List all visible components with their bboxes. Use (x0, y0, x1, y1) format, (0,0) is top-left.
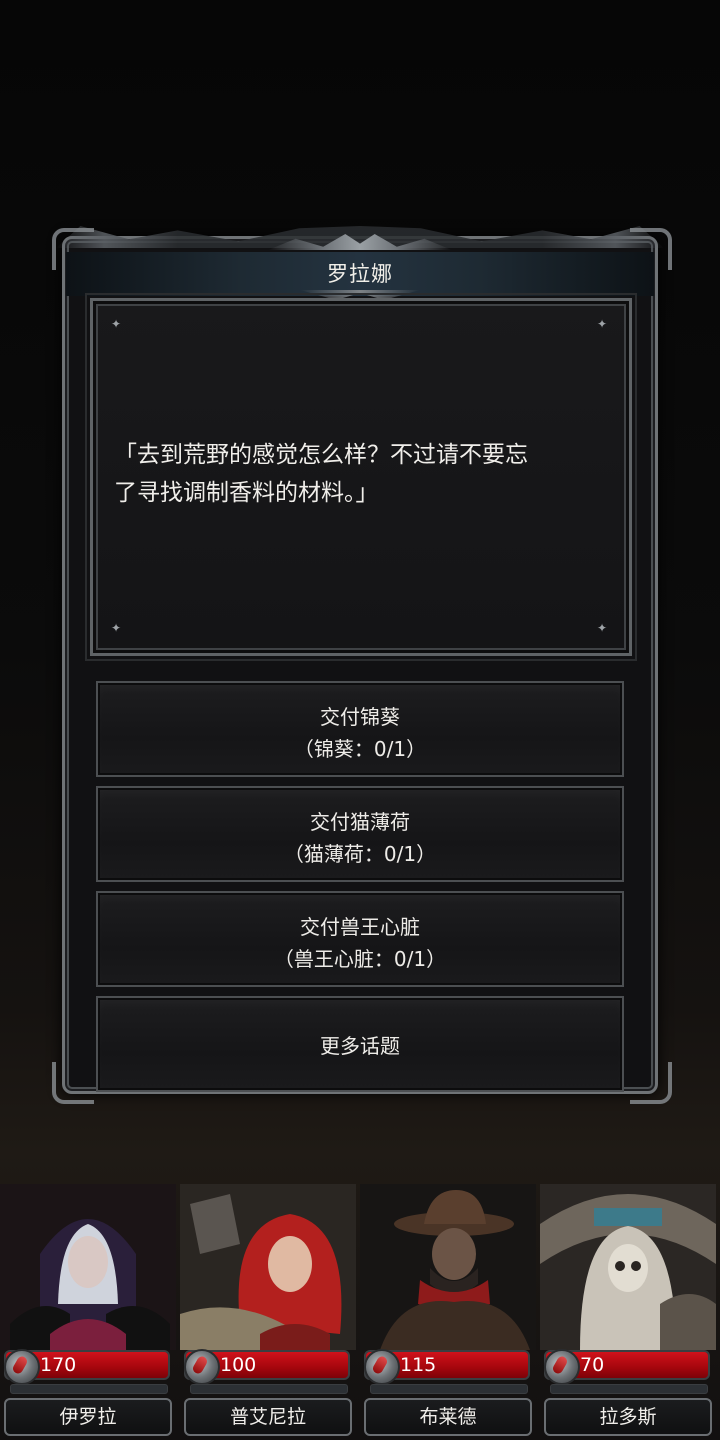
party-member-card[interactable]: 100 普艾尼拉 (180, 1180, 356, 1440)
health-potion-icon (364, 1349, 400, 1385)
mana-bar (550, 1384, 708, 1394)
portrait-hooded-woman (0, 1184, 176, 1350)
party-bar: 170 伊罗拉 100 普艾尼拉 115 布莱德 70 拉多斯 (0, 1180, 720, 1440)
speech-text: 「去到荒野的感觉怎么样？不过请不要忘 了寻找调制香料的材料。」 (114, 436, 614, 512)
hp-value: 70 (580, 1354, 605, 1376)
member-name: 布莱德 (364, 1398, 532, 1436)
option-detail: （锦葵：0/1） (293, 737, 427, 761)
hp-bar: 100 (184, 1349, 350, 1385)
option-title: 交付猫薄荷 (310, 810, 410, 834)
hp-value: 115 (400, 1354, 437, 1376)
option-title: 更多话题 (320, 1034, 400, 1058)
hp-bar: 115 (364, 1349, 530, 1385)
health-potion-icon (544, 1349, 580, 1385)
option-detail: （猫薄荷：0/1） (283, 842, 437, 866)
hp-bar: 170 (4, 1349, 170, 1385)
sparkle-icon: ✦ (110, 621, 122, 635)
option-deliver-beast-heart-button[interactable]: 交付兽王心脏 （兽王心脏：0/1） (96, 891, 624, 987)
speech-line: 「去到荒野的感觉怎么样？不过请不要忘 (114, 442, 528, 468)
member-name: 拉多斯 (544, 1398, 712, 1436)
portrait-red-haired-warrior (180, 1184, 356, 1350)
member-name: 普艾尼拉 (184, 1398, 352, 1436)
portrait-gunslinger (360, 1184, 536, 1350)
hp-value: 100 (220, 1354, 257, 1376)
option-title: 交付兽王心脏 (300, 915, 420, 939)
sparkle-icon: ✦ (110, 317, 122, 331)
speech-line: 了寻找调制香料的材料。」 (114, 480, 379, 506)
health-potion-icon (4, 1349, 40, 1385)
sparkle-icon: ✦ (596, 317, 608, 331)
option-deliver-catnip-button[interactable]: 交付猫薄荷 （猫薄荷：0/1） (96, 786, 624, 882)
party-member-card[interactable]: 170 伊罗拉 (0, 1180, 176, 1440)
option-deliver-mallow-button[interactable]: 交付锦葵 （锦葵：0/1） (96, 681, 624, 777)
health-potion-icon (184, 1349, 220, 1385)
option-detail: （兽王心脏：0/1） (273, 947, 447, 971)
member-name: 伊罗拉 (4, 1398, 172, 1436)
party-member-card[interactable]: 115 布莱德 (360, 1180, 536, 1440)
mana-bar (10, 1384, 168, 1394)
mana-bar (370, 1384, 528, 1394)
speaker-name: 罗拉娜 (327, 262, 393, 286)
mana-bar (190, 1384, 348, 1394)
option-more-topics-button[interactable]: 更多话题 (96, 996, 624, 1092)
party-member-card[interactable]: 70 拉多斯 (540, 1180, 716, 1440)
frame-corner-ornament (630, 1062, 672, 1104)
frame-corner-ornament (52, 1062, 94, 1104)
hp-bar: 70 (544, 1349, 710, 1385)
option-title: 交付锦葵 (320, 705, 400, 729)
sparkle-icon: ✦ (596, 621, 608, 635)
hp-value: 170 (40, 1354, 77, 1376)
portrait-skull-shaman (540, 1184, 716, 1350)
